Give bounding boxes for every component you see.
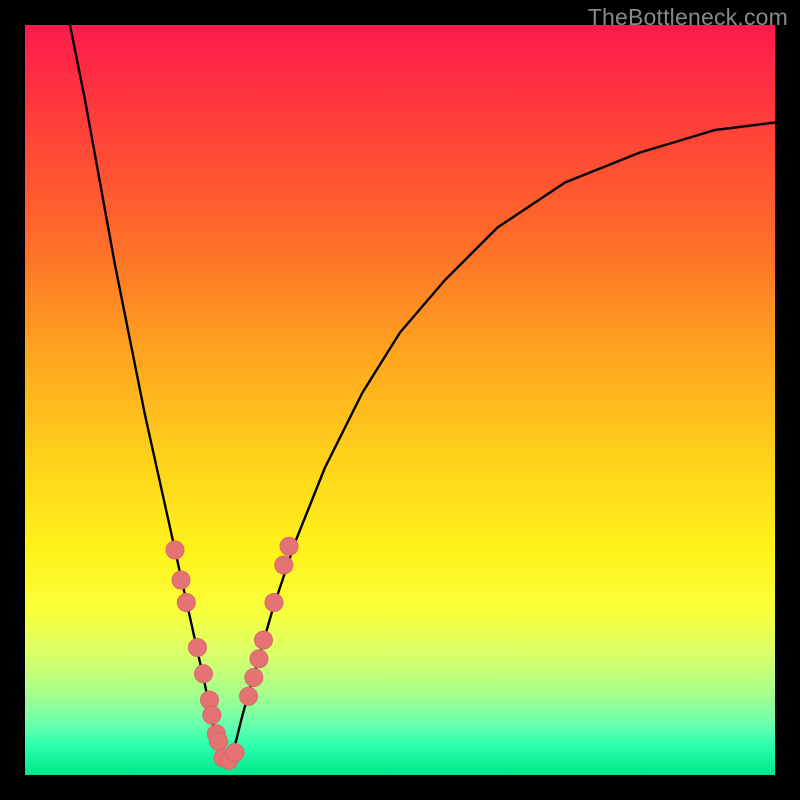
- data-marker: [250, 650, 268, 668]
- data-marker: [203, 706, 221, 724]
- data-markers: [166, 537, 298, 769]
- data-marker: [177, 594, 195, 612]
- data-marker: [195, 665, 213, 683]
- data-marker: [265, 594, 283, 612]
- chart-frame: TheBottleneck.com: [0, 0, 800, 800]
- plot-area: [25, 25, 775, 775]
- bottleneck-curve-svg: [25, 25, 775, 775]
- data-marker: [189, 639, 207, 657]
- data-marker: [210, 732, 228, 750]
- data-marker: [166, 541, 184, 559]
- bottleneck-curve-path: [70, 25, 775, 760]
- data-marker: [240, 687, 258, 705]
- data-marker: [255, 631, 273, 649]
- data-marker: [280, 537, 298, 555]
- data-marker: [275, 556, 293, 574]
- data-marker: [226, 744, 244, 762]
- data-marker: [172, 571, 190, 589]
- data-marker: [245, 669, 263, 687]
